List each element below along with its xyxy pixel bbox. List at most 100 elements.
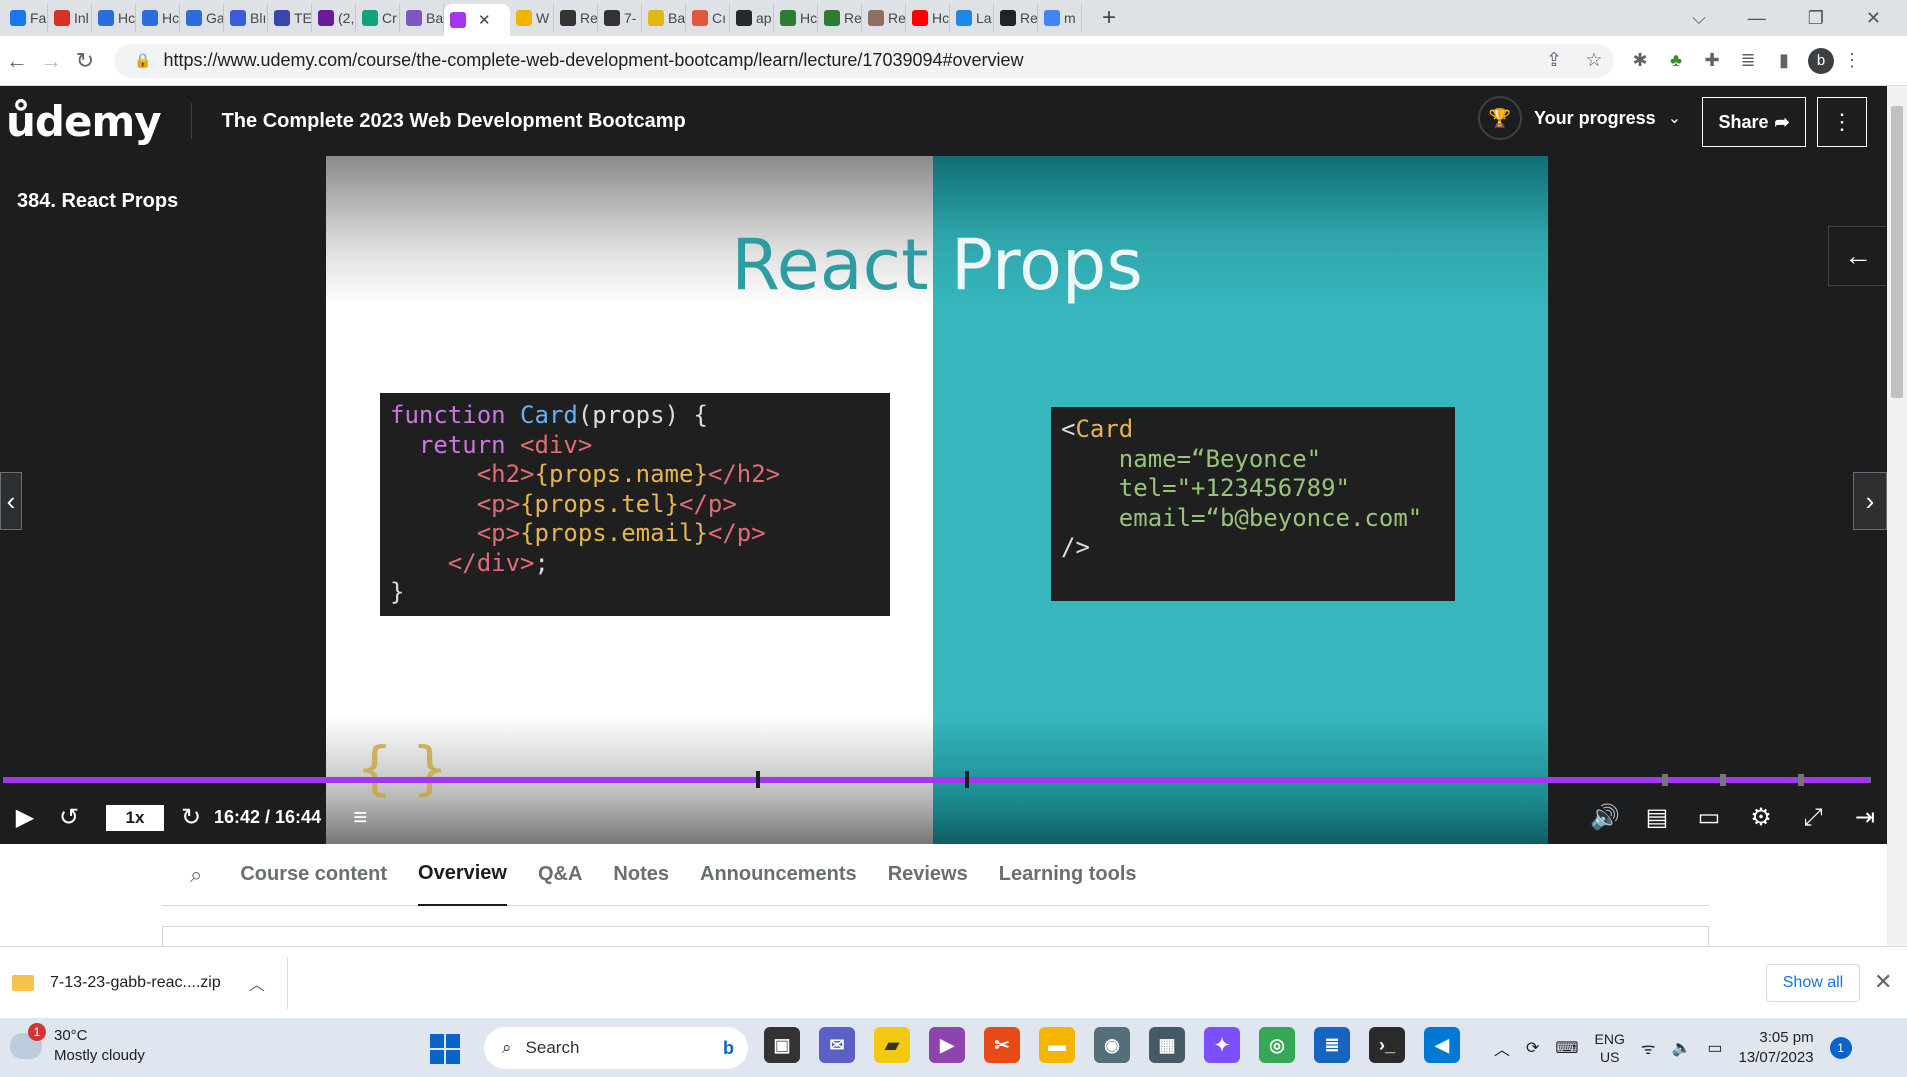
file-explorer-icon[interactable]: ▬: [1039, 1027, 1075, 1063]
side-panel-icon[interactable]: ▮: [1766, 50, 1802, 71]
snipping-tool-icon[interactable]: ✂: [984, 1027, 1020, 1063]
notification-badge[interactable]: 1: [1829, 1036, 1852, 1059]
forward-5-icon[interactable]: ↻: [176, 803, 206, 832]
extension-tree-icon[interactable]: ♣: [1658, 50, 1694, 71]
taskbar-search-box[interactable]: ⌕ Search b: [484, 1027, 748, 1069]
browser-tab[interactable]: Blı: [224, 4, 268, 32]
browser-tab[interactable]: Re: [554, 4, 598, 32]
page-scrollbar[interactable]: [1887, 86, 1907, 946]
browser-tab[interactable]: ap: [730, 4, 774, 32]
chrome-icon[interactable]: ◎: [1259, 1027, 1295, 1063]
tab-q-a[interactable]: Q&A: [538, 844, 582, 906]
camera-icon[interactable]: ◉: [1094, 1027, 1130, 1063]
settings-gear-icon[interactable]: ⚙: [1736, 803, 1786, 832]
course-title[interactable]: The Complete 2023 Web Development Bootca…: [222, 110, 686, 133]
close-downloads-icon[interactable]: ✕: [1874, 969, 1892, 995]
reload-icon[interactable]: ↻: [68, 48, 102, 74]
address-bar[interactable]: 🔒 https://www.udemy.com/course/the-compl…: [114, 43, 1614, 78]
sync-icon[interactable]: ⟳: [1526, 1038, 1539, 1058]
browser-tab[interactable]: m: [1038, 4, 1082, 32]
calculator-icon[interactable]: ▦: [1149, 1027, 1185, 1063]
sticky-notes-icon[interactable]: ▰: [874, 1027, 910, 1063]
tab-reviews[interactable]: Reviews: [888, 844, 968, 906]
browser-tab[interactable]: La: [950, 4, 994, 32]
chapter-marker[interactable]: [965, 771, 970, 788]
browser-tab[interactable]: Re: [818, 4, 862, 32]
chapter-marker[interactable]: [1719, 774, 1726, 786]
share-page-icon[interactable]: ⇪: [1534, 49, 1574, 72]
browser-tab[interactable]: Hc: [136, 4, 180, 32]
browser-tab[interactable]: Cı: [686, 4, 730, 32]
tab-overview[interactable]: Overview: [418, 844, 507, 906]
browser-tab[interactable]: Hc: [92, 4, 136, 32]
video-frame[interactable]: React Props function Card(props) { retur…: [326, 156, 1548, 844]
windows-start-icon[interactable]: [430, 1034, 460, 1064]
browser-tab[interactable]: TE: [268, 4, 312, 32]
chapter-marker[interactable]: [1798, 774, 1805, 786]
restore-icon[interactable]: ❐: [1808, 8, 1824, 29]
terminal-icon[interactable]: ›_: [1369, 1027, 1405, 1063]
bing-icon[interactable]: b: [723, 1038, 734, 1059]
browser-tab[interactable]: Re: [994, 4, 1038, 32]
chrome-menu-icon[interactable]: ⋮: [1834, 50, 1870, 71]
battery-icon[interactable]: ▭: [1707, 1038, 1722, 1058]
new-tab-icon[interactable]: +: [1102, 6, 1116, 30]
video-player[interactable]: 384. React Props React Props function Ca…: [0, 156, 1890, 844]
browser-tab[interactable]: Fa: [4, 4, 48, 32]
chapter-marker[interactable]: [1661, 774, 1668, 786]
browser-tab[interactable]: Hc: [774, 4, 818, 32]
weather-widget[interactable]: 1 30°C Mostly cloudy: [10, 1023, 145, 1066]
browser-tab[interactable]: ✕: [444, 4, 510, 36]
profile-avatar[interactable]: b: [1808, 47, 1834, 74]
task-view-icon[interactable]: ▣: [764, 1027, 800, 1063]
browser-tab[interactable]: W: [510, 4, 554, 32]
language-indicator[interactable]: ENG US: [1595, 1030, 1625, 1066]
clock[interactable]: 3:05 pm 13/07/2023: [1739, 1028, 1814, 1068]
teams-chat-icon[interactable]: ✉: [819, 1027, 855, 1063]
browser-tab[interactable]: Re: [862, 4, 906, 32]
browser-tab[interactable]: Ga: [180, 4, 224, 32]
collapse-view-icon[interactable]: ⇥: [1840, 803, 1890, 832]
close-window-icon[interactable]: ✕: [1866, 8, 1881, 29]
more-options-button[interactable]: ⋮: [1817, 97, 1867, 147]
messenger-icon[interactable]: ✦: [1204, 1027, 1240, 1063]
close-tab-icon[interactable]: ✕: [478, 11, 491, 29]
speaker-icon[interactable]: 🔈: [1671, 1038, 1691, 1058]
keyboard-icon[interactable]: ⌨: [1555, 1038, 1578, 1058]
minimize-icon[interactable]: —: [1748, 8, 1766, 29]
tab-announcements[interactable]: Announcements: [700, 844, 857, 906]
tab-notes[interactable]: Notes: [613, 844, 669, 906]
extensions-puzzle-icon[interactable]: ✚: [1694, 50, 1730, 71]
share-button[interactable]: Share ➦: [1702, 97, 1806, 147]
search-icon[interactable]: ⌕: [190, 862, 202, 888]
tab-learning-tools[interactable]: Learning tools: [999, 844, 1137, 906]
rewind-5-icon[interactable]: ↺: [44, 803, 94, 832]
browser-tab[interactable]: Hc: [906, 4, 950, 32]
browser-tab[interactable]: Ba: [400, 4, 444, 32]
bookmark-note-icon[interactable]: ≡: [335, 804, 385, 832]
lock-icon[interactable]: 🔒: [134, 52, 151, 69]
browser-tab[interactable]: (2,: [312, 4, 356, 32]
previous-lecture-button[interactable]: ‹: [0, 472, 22, 530]
your-progress-button[interactable]: 🏆 Your progress ⌄: [1478, 96, 1681, 140]
clipchamp-icon[interactable]: ▶: [929, 1027, 965, 1063]
open-sidebar-button[interactable]: ←: [1828, 226, 1888, 286]
extension-bug-icon[interactable]: ✱: [1622, 50, 1658, 71]
url-text[interactable]: https://www.udemy.com/course/the-complet…: [163, 50, 1023, 71]
chevron-up-icon[interactable]: ︿: [1494, 1036, 1510, 1060]
wifi-icon[interactable]: ᯤ: [1641, 1037, 1656, 1059]
download-item[interactable]: 7-13-23-gabb-reac....zip: [50, 974, 221, 992]
chapter-marker[interactable]: [755, 771, 760, 788]
notepad-icon[interactable]: ≣: [1314, 1027, 1350, 1063]
bookmark-star-icon[interactable]: ☆: [1574, 49, 1614, 72]
scrollbar-thumb[interactable]: [1891, 106, 1903, 398]
chevron-up-icon[interactable]: ︿: [249, 971, 265, 995]
browser-tab[interactable]: Ba: [642, 4, 686, 32]
vscode-icon[interactable]: ◀: [1424, 1027, 1460, 1063]
browser-tab[interactable]: 7-: [598, 4, 642, 32]
playback-speed-button[interactable]: 1x: [106, 804, 164, 831]
browser-tab[interactable]: Cr: [356, 4, 400, 32]
browser-tab[interactable]: Inl: [48, 4, 92, 32]
media-queue-icon[interactable]: ≣: [1730, 50, 1766, 71]
udemy-logo[interactable]: ůdemy: [6, 97, 162, 146]
